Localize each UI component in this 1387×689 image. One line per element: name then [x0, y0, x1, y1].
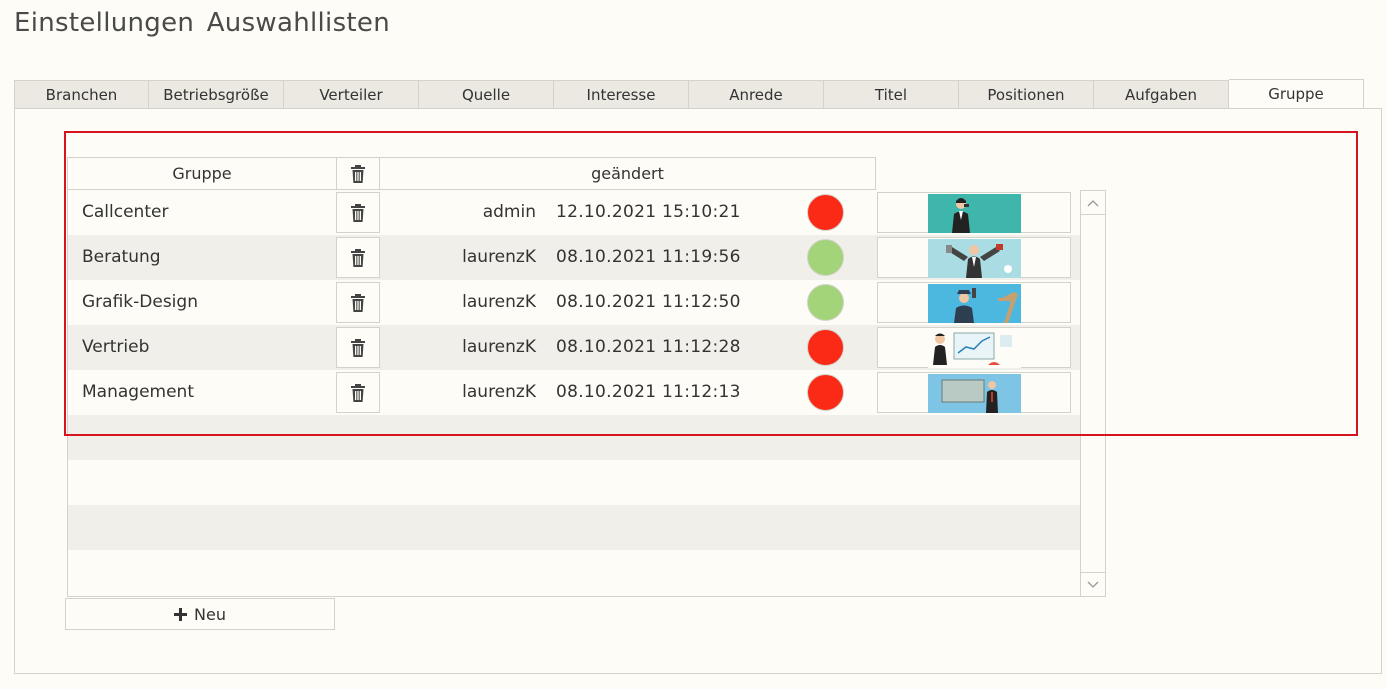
changed-date: 08.10.2021 11:12:50	[556, 292, 741, 312]
gruppe-name: Vertrieb	[82, 337, 150, 357]
empty-row	[68, 415, 1080, 460]
column-header-delete	[336, 157, 379, 190]
image-cell[interactable]	[877, 372, 1071, 413]
empty-row	[68, 460, 1080, 505]
scroll-down-button[interactable]	[1081, 572, 1105, 596]
changed-by-user: laurenzK	[462, 337, 536, 357]
page-title: Einstellungen Auswahllisten	[14, 8, 390, 38]
callcenter-thumbnail	[928, 194, 1021, 233]
tab-titel[interactable]: Titel	[824, 80, 959, 109]
beratung-thumbnail	[928, 239, 1021, 278]
vertical-scrollbar[interactable]	[1080, 190, 1106, 597]
status-indicator[interactable]	[807, 239, 844, 276]
scroll-up-button[interactable]	[1081, 191, 1105, 215]
new-button[interactable]: Neu	[65, 598, 335, 630]
changed-date: 08.10.2021 11:19:56	[556, 247, 741, 267]
grafik-design-thumbnail	[928, 284, 1021, 323]
status-indicator[interactable]	[807, 284, 844, 321]
trash-icon	[351, 338, 365, 357]
trash-icon	[351, 248, 365, 267]
changed-date: 08.10.2021 11:12:28	[556, 337, 741, 357]
image-cell[interactable]	[877, 282, 1071, 323]
changed-by-user: laurenzK	[462, 382, 536, 402]
tab-betriebsgroesse[interactable]: Betriebsgröße	[149, 80, 284, 109]
delete-button[interactable]	[336, 327, 380, 368]
column-header-gruppe[interactable]: Gruppe	[67, 157, 336, 190]
trash-icon	[351, 203, 365, 222]
table-row[interactable]: Beratung laurenzK 08.10.2021 11:19:56	[68, 235, 1080, 280]
table-row[interactable]: Vertrieb laurenzK 08.10.2021 11:12:28	[68, 325, 1080, 370]
tab-interesse[interactable]: Interesse	[554, 80, 689, 109]
plus-icon	[174, 607, 188, 621]
tab-aufgaben[interactable]: Aufgaben	[1094, 80, 1229, 109]
status-indicator[interactable]	[807, 329, 844, 366]
trash-icon	[351, 293, 365, 312]
image-cell[interactable]	[877, 192, 1071, 233]
tab-bar: Branchen Betriebsgröße Verteiler Quelle …	[14, 79, 1364, 109]
tab-gruppe[interactable]: Gruppe	[1229, 79, 1364, 109]
management-thumbnail	[928, 374, 1021, 413]
status-indicator[interactable]	[807, 374, 844, 411]
changed-by-user: admin	[482, 202, 536, 222]
table-row[interactable]: Grafik-Design laurenzK 08.10.2021 11:12:…	[68, 280, 1080, 325]
status-indicator[interactable]	[807, 194, 844, 231]
table-row[interactable]: Callcenter admin 12.10.2021 15:10:21	[68, 190, 1080, 235]
tab-quelle[interactable]: Quelle	[419, 80, 554, 109]
empty-row	[68, 505, 1080, 550]
chevron-down-icon	[1087, 581, 1099, 588]
tab-positionen[interactable]: Positionen	[959, 80, 1094, 109]
new-button-label: Neu	[194, 604, 226, 624]
trash-icon	[351, 164, 365, 183]
changed-date: 12.10.2021 15:10:21	[556, 202, 741, 222]
gruppe-name: Management	[82, 382, 194, 402]
changed-date: 08.10.2021 11:12:13	[556, 382, 741, 402]
tab-branchen[interactable]: Branchen	[14, 80, 149, 109]
delete-button[interactable]	[336, 192, 380, 233]
delete-button[interactable]	[336, 237, 380, 278]
delete-button[interactable]	[336, 372, 380, 413]
image-cell[interactable]	[877, 237, 1071, 278]
gruppe-name: Beratung	[82, 247, 161, 267]
column-header-geaendert[interactable]: geändert	[379, 157, 876, 190]
table-row[interactable]: Management laurenzK 08.10.2021 11:12:13	[68, 370, 1080, 415]
vertrieb-thumbnail	[928, 329, 1021, 368]
image-cell[interactable]	[877, 327, 1071, 368]
trash-icon	[351, 383, 365, 402]
tab-anrede[interactable]: Anrede	[689, 80, 824, 109]
changed-by-user: laurenzK	[462, 247, 536, 267]
gruppe-name: Grafik-Design	[82, 292, 198, 312]
empty-row	[68, 550, 1080, 595]
chevron-up-icon	[1087, 199, 1099, 206]
tab-verteiler[interactable]: Verteiler	[284, 80, 419, 109]
changed-by-user: laurenzK	[462, 292, 536, 312]
gruppe-name: Callcenter	[82, 202, 169, 222]
gruppe-table: Callcenter admin 12.10.2021 15:10:21 Ber…	[67, 190, 1081, 597]
delete-button[interactable]	[336, 282, 380, 323]
